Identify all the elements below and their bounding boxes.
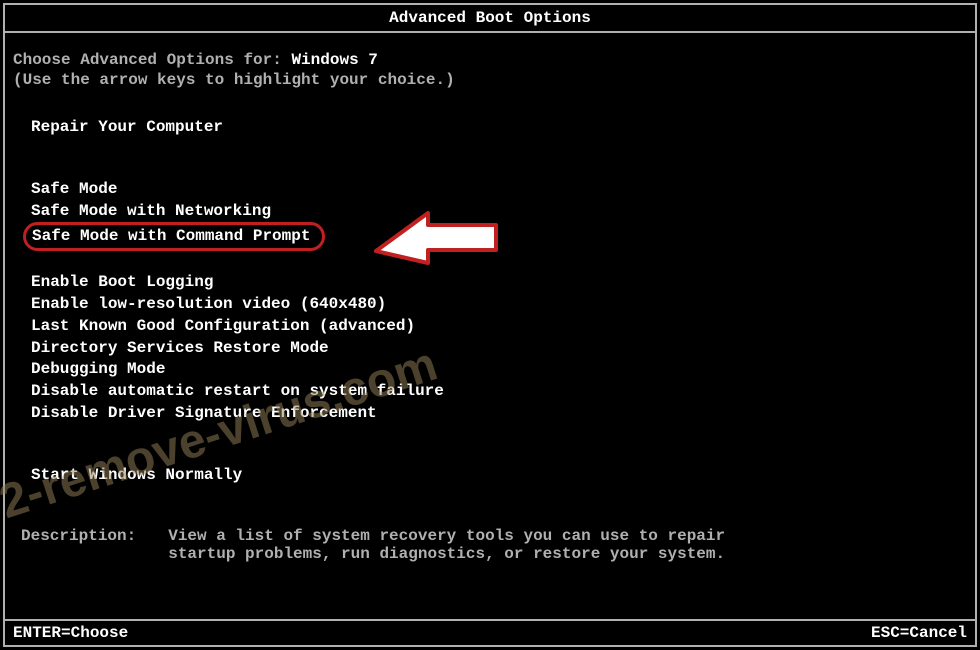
description-text: View a list of system recovery tools you… bbox=[168, 527, 728, 563]
menu-start-normally[interactable]: Start Windows Normally bbox=[31, 465, 242, 486]
hint-line: (Use the arrow keys to highlight your ch… bbox=[13, 71, 967, 89]
os-name: Windows 7 bbox=[291, 51, 377, 69]
description-block: Description: View a list of system recov… bbox=[13, 527, 967, 563]
menu-low-res-video[interactable]: Enable low-resolution video (640x480) bbox=[31, 294, 386, 315]
content-area: Choose Advanced Options for: Windows 7 (… bbox=[5, 33, 975, 563]
header: Advanced Boot Options bbox=[5, 5, 975, 33]
footer-esc: ESC=Cancel bbox=[871, 624, 967, 642]
menu-disable-auto-restart[interactable]: Disable automatic restart on system fail… bbox=[31, 381, 444, 402]
menu-safe-mode-networking[interactable]: Safe Mode with Networking bbox=[31, 201, 271, 222]
footer-bar: ENTER=Choose ESC=Cancel bbox=[5, 619, 975, 645]
menu-debugging-mode[interactable]: Debugging Mode bbox=[31, 359, 165, 380]
description-label: Description: bbox=[21, 527, 136, 563]
page-title: Advanced Boot Options bbox=[389, 9, 591, 27]
menu-disable-driver-signature[interactable]: Disable Driver Signature Enforcement bbox=[31, 403, 377, 424]
menu-safe-mode[interactable]: Safe Mode bbox=[31, 179, 117, 200]
boot-menu[interactable]: Repair Your Computer Safe Mode Safe Mode… bbox=[13, 117, 967, 487]
menu-safe-mode-command-prompt[interactable]: Safe Mode with Command Prompt bbox=[23, 222, 325, 251]
menu-last-known-good[interactable]: Last Known Good Configuration (advanced) bbox=[31, 316, 415, 337]
choose-line: Choose Advanced Options for: Windows 7 bbox=[13, 51, 967, 69]
menu-enable-boot-logging[interactable]: Enable Boot Logging bbox=[31, 272, 213, 293]
boot-options-frame: Advanced Boot Options Choose Advanced Op… bbox=[3, 3, 977, 647]
menu-directory-services-restore[interactable]: Directory Services Restore Mode bbox=[31, 338, 329, 359]
choose-prefix: Choose Advanced Options for: bbox=[13, 51, 291, 69]
footer-enter: ENTER=Choose bbox=[13, 624, 128, 642]
menu-repair-computer[interactable]: Repair Your Computer bbox=[31, 117, 223, 138]
